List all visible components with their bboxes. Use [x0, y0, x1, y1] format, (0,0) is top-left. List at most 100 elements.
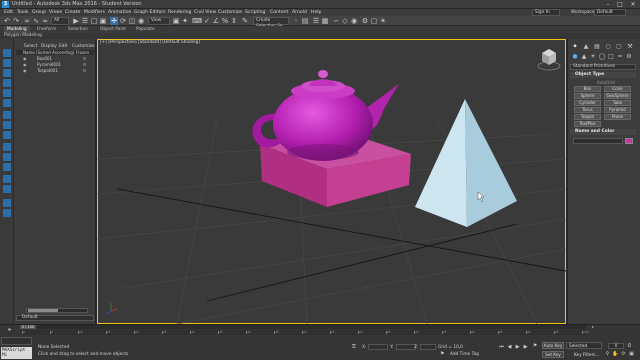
menu-group[interactable]: Group [32, 9, 46, 16]
render-setup-icon[interactable]: ⚙ [361, 17, 369, 25]
scene-row-pyramid[interactable]: ◉ Pyramid001 [20, 62, 94, 67]
filter-bones-icon[interactable] [3, 131, 11, 139]
menu-content[interactable]: Content [270, 9, 288, 16]
tube-button[interactable]: Tube [604, 100, 631, 106]
set-key-mode-icon[interactable]: ⚑ [530, 343, 540, 350]
select-move-icon[interactable]: ✛ [110, 17, 118, 25]
primitive-category-dropdown[interactable]: Standard Primitives [570, 64, 636, 70]
pivot-center-icon[interactable]: ▣ [172, 17, 180, 25]
systems-icon[interactable]: ⚙ [624, 53, 634, 61]
scrollbar-thumb[interactable] [28, 309, 58, 312]
scene-explorer-icon[interactable]: ▦ [321, 17, 329, 25]
select-invert-icon[interactable] [3, 163, 11, 171]
pyramid-button[interactable]: Pyramid [604, 107, 631, 113]
render-production-icon[interactable]: ☀ [379, 17, 387, 25]
keyboard-shortcut-icon[interactable]: ⌨ [192, 17, 202, 25]
minimize-icon[interactable]: – [602, 0, 614, 9]
selection-filter-dropdown[interactable]: All [51, 17, 69, 25]
viewport-label[interactable]: [+] [Perspective] [Standard] [Default Sh… [100, 40, 200, 45]
maxscript-mini-listener[interactable]: MAXScript Mi [1, 347, 32, 359]
filter-spacewarps-icon[interactable] [3, 99, 11, 107]
frozen-toggle-icon[interactable] [83, 63, 86, 66]
cylinder-button[interactable]: Cylinder [574, 100, 601, 106]
box-button[interactable]: Box [574, 86, 601, 92]
align-icon[interactable]: ▤ [301, 17, 309, 25]
link-icon[interactable]: ∞ [23, 17, 31, 25]
hierarchy-icon[interactable] [3, 199, 11, 207]
zoom-icon[interactable]: ⚲ [604, 351, 611, 358]
auto-key-button[interactable]: Auto Key [542, 342, 564, 349]
curve-editor-icon[interactable]: ∽ [332, 17, 340, 25]
maximize-icon[interactable]: □ [614, 0, 626, 9]
filter-helpers-icon[interactable] [3, 89, 11, 97]
snap-toggle-icon[interactable]: ✓ [203, 17, 211, 25]
visibility-eye-icon[interactable]: ◉ [23, 62, 28, 67]
time-tag-icon[interactable]: ⚑ [440, 351, 448, 358]
sync-selection-icon[interactable] [3, 175, 11, 183]
play-icon[interactable]: ▶ [514, 344, 521, 351]
select-place-icon[interactable]: ◉ [137, 17, 145, 25]
column-name-header[interactable]: Name (Sorted Ascending) [23, 50, 74, 55]
menu-tools[interactable]: Tools [17, 9, 28, 16]
workspace-dropdown[interactable]: Default [594, 9, 626, 16]
modify-tab-icon[interactable]: ▲ [581, 43, 591, 51]
select-rotate-icon[interactable]: ⟳ [119, 17, 127, 25]
cone-button[interactable]: Cone [604, 86, 631, 92]
menu-civil-view[interactable]: Civil View [194, 9, 216, 16]
angle-snap-icon[interactable]: ∠ [212, 17, 220, 25]
redo-icon[interactable]: ↷ [12, 17, 20, 25]
select-all-icon[interactable] [3, 143, 11, 151]
window-crossing-icon[interactable]: ▣ [99, 17, 107, 25]
z-coord-field[interactable] [420, 344, 436, 350]
orbit-icon[interactable]: ⟳ [620, 351, 627, 358]
menu-modifiers[interactable]: Modifiers [84, 9, 105, 16]
set-key-button[interactable]: Set Key [542, 351, 564, 358]
layer-manager-icon[interactable]: ☰ [312, 17, 320, 25]
scene-row-teapot[interactable]: ◉ Teapot001 [20, 68, 94, 73]
undo-icon[interactable]: ↶ [3, 17, 11, 25]
geosphere-button[interactable]: GeoSphere [604, 93, 631, 99]
menu-create[interactable]: Create [65, 9, 80, 16]
rectangular-selection-icon[interactable]: □ [90, 17, 98, 25]
se-tab-customize[interactable]: Customize [72, 44, 95, 49]
se-tab-display[interactable]: Display [41, 44, 57, 49]
display-tab-icon[interactable]: ▢ [614, 43, 624, 51]
lock-cell-editing-icon[interactable] [3, 185, 11, 193]
filter-xrefs-icon[interactable] [3, 121, 11, 129]
motion-tab-icon[interactable]: ○ [603, 43, 613, 51]
material-editor-icon[interactable]: ◉ [350, 17, 358, 25]
se-tab-select[interactable]: Select [24, 44, 37, 49]
key-selection-dropdown[interactable]: Selected [566, 342, 602, 349]
name-and-color-rollout[interactable]: Name and Color [570, 129, 636, 135]
visibility-eye-icon[interactable]: ◉ [23, 68, 28, 73]
column-frozen-header[interactable]: Frozen [76, 50, 89, 55]
ribbon-tab-modeling[interactable]: Modeling [4, 26, 30, 33]
filter-shapes-icon[interactable] [3, 59, 11, 67]
scene-row-box[interactable]: ◉ Box001 [20, 56, 94, 61]
layers-icon[interactable] [3, 209, 11, 217]
ribbon-tab-populate[interactable]: Populate [136, 26, 155, 33]
pan-icon[interactable]: ✋ [612, 351, 619, 358]
select-by-name-icon[interactable]: ☰ [81, 17, 89, 25]
maxscript-listener-field[interactable] [1, 337, 32, 345]
frozen-toggle-icon[interactable] [83, 69, 86, 72]
viewport-scene[interactable] [97, 39, 566, 324]
filter-cameras-icon[interactable] [3, 79, 11, 87]
sign-in-dropdown[interactable]: Sign In [532, 9, 560, 16]
plane-button[interactable]: Plane [604, 114, 631, 120]
object-type-rollout[interactable]: Object Type [570, 72, 636, 78]
create-tab-icon[interactable]: ✦ [570, 43, 580, 51]
y-coord-field[interactable] [396, 344, 416, 350]
close-icon[interactable]: ✕ [627, 0, 639, 9]
bind-spacewarp-icon[interactable]: ≈ [41, 17, 49, 25]
frozen-toggle-icon[interactable] [83, 57, 86, 60]
current-frame-field[interactable]: 0 [608, 343, 624, 349]
autogrid-checkbox[interactable]: AutoGrid [597, 80, 615, 85]
reference-coordinate-dropdown[interactable]: View [148, 17, 170, 25]
filter-lights-icon[interactable] [3, 69, 11, 77]
ribbon-tab-freeform[interactable]: Freeform [37, 26, 56, 33]
menu-views[interactable]: Views [49, 9, 62, 16]
go-to-start-icon[interactable]: ⏮ [498, 344, 505, 351]
time-slider[interactable] [20, 325, 586, 329]
select-manipulate-icon[interactable]: ✦ [181, 17, 189, 25]
